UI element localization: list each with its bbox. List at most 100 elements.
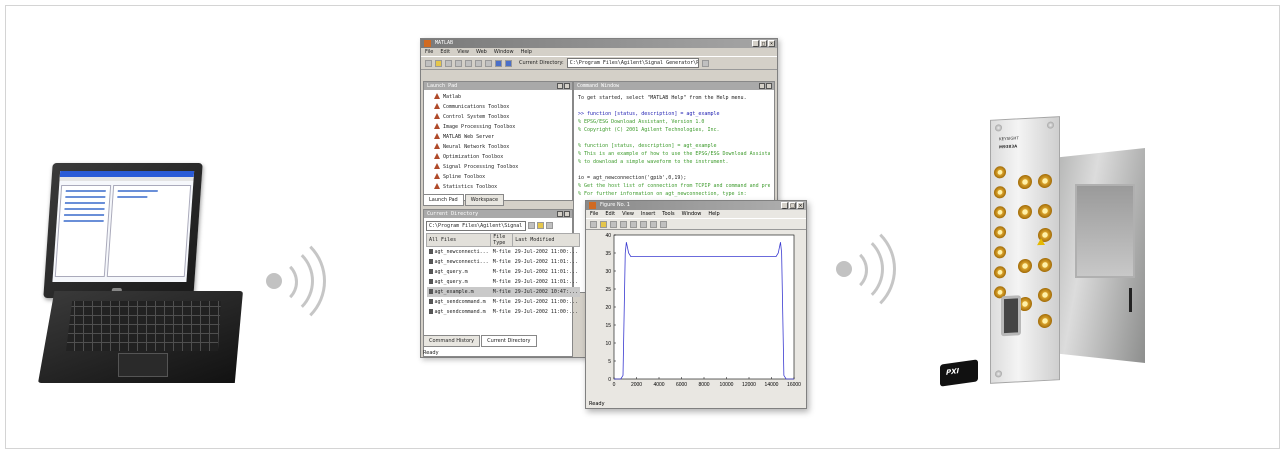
menu-edit[interactable]: Edit	[440, 48, 450, 56]
open-icon[interactable]	[600, 220, 607, 228]
m-file-icon	[428, 249, 433, 254]
launch-item[interactable]: Control System Toolbox	[428, 112, 572, 122]
pxi-module-image: KEYSIGHT M9383A PXI	[930, 116, 1160, 387]
x-tick-label: 16000	[787, 382, 801, 388]
rf-connector	[1038, 203, 1052, 219]
copy-icon[interactable]	[455, 59, 462, 67]
menu-web[interactable]: Web	[476, 48, 487, 56]
toolbox-icon	[434, 103, 440, 109]
up-folder-icon[interactable]	[537, 222, 544, 229]
find-icon[interactable]	[546, 222, 553, 229]
maximize-button[interactable]: □	[760, 40, 767, 47]
column-header[interactable]: All Files	[425, 233, 492, 247]
print-icon[interactable]	[620, 220, 627, 228]
pane-close-button[interactable]	[766, 83, 772, 89]
pane-close-button[interactable]	[564, 83, 570, 89]
launch-item[interactable]: Image Processing Toolbox	[428, 122, 572, 132]
menu-file[interactable]: File	[590, 210, 598, 218]
launch-item[interactable]: Communications Toolbox	[428, 102, 572, 112]
directory-path-field[interactable]: C:\Program Files\Agilent\Signal Gene	[426, 220, 526, 231]
file-name: agt_query.m	[434, 269, 468, 275]
file-name: agt_query.m	[434, 279, 468, 285]
save-icon[interactable]	[610, 220, 617, 228]
undock-button[interactable]	[759, 83, 765, 89]
simulink-icon[interactable]	[495, 59, 502, 67]
menubar: File Edit View Web Window Help	[421, 48, 777, 56]
file-modified: 29-Jul-2002 10:47:...	[512, 287, 580, 297]
file-type: M-file	[492, 279, 511, 285]
table-row[interactable]: agt_newconnecti... M-file 29-Jul-2002 11:0…	[427, 247, 580, 258]
column-header[interactable]: File Type	[490, 233, 514, 247]
command-line: To get started, select "MATLAB Help" fro…	[578, 95, 747, 101]
rf-connector	[1018, 204, 1032, 220]
redo-icon[interactable]	[485, 59, 492, 67]
m-file-icon	[428, 269, 433, 274]
close-button[interactable]: ×	[768, 40, 775, 47]
menu-view[interactable]: View	[457, 48, 469, 56]
rf-connector	[1018, 258, 1032, 274]
undock-button[interactable]	[557, 83, 563, 89]
matlab-titlebar[interactable]: MATLAB _ □ ×	[421, 39, 777, 48]
tab-current-directory[interactable]: Current Directory	[481, 335, 537, 347]
rotate-icon[interactable]	[660, 220, 667, 228]
bottom-tabs: Command History Current Directory	[423, 335, 537, 347]
open-folder-icon[interactable]	[435, 59, 442, 67]
menu-help[interactable]: Help	[708, 210, 719, 218]
table-row[interactable]: agt_sendcommand.m M-file 29-Jul-2002 11:00…	[427, 297, 580, 307]
minimize-button[interactable]: _	[781, 202, 788, 209]
menu-view[interactable]: View	[622, 210, 634, 218]
help-icon[interactable]	[505, 59, 512, 67]
launch-item[interactable]: Spline Toolbox	[428, 172, 572, 182]
x-tick-label: 6000	[676, 382, 687, 388]
table-row[interactable]: agt_query.m M-file 29-Jul-2002 11:01:...	[427, 277, 580, 287]
menu-tools[interactable]: Tools	[662, 210, 674, 218]
new-figure-icon[interactable]	[590, 220, 597, 228]
zoom-in-icon[interactable]	[640, 220, 647, 228]
x-tick-label: 2000	[631, 382, 642, 388]
file-modified: 29-Jul-2002 11:00:...	[514, 309, 578, 315]
launch-item[interactable]: Neural Network Toolbox	[428, 142, 572, 152]
menu-edit[interactable]: Edit	[605, 210, 615, 218]
table-row[interactable]: agt_sendcommand.m M-file 29-Jul-2002 11:00…	[427, 307, 580, 317]
undock-button[interactable]	[557, 211, 563, 217]
x-tick-label: 8000	[698, 382, 709, 388]
menu-window[interactable]: Window	[494, 48, 514, 56]
tab-launch-pad[interactable]: Launch Pad	[423, 194, 464, 206]
menu-help[interactable]: Help	[521, 48, 532, 56]
zoom-out-icon[interactable]	[650, 220, 657, 228]
model-number: M9383A	[999, 143, 1018, 150]
tab-workspace[interactable]: Workspace	[464, 194, 505, 206]
command-line: % This is an example of how to use the E…	[578, 151, 770, 157]
paste-icon[interactable]	[465, 59, 472, 67]
dropdown-icon[interactable]	[528, 222, 535, 229]
table-row[interactable]: agt_example.m M-file 29-Jul-2002 10:47:...	[426, 287, 580, 297]
y-tick-label: 15	[605, 323, 611, 329]
menu-window[interactable]: Window	[682, 210, 702, 218]
toolbox-icon	[434, 113, 440, 119]
undo-icon[interactable]	[475, 59, 482, 67]
arrow-icon[interactable]	[630, 220, 637, 228]
column-header[interactable]: Last Modified	[512, 233, 581, 247]
close-button[interactable]: ×	[797, 202, 804, 209]
launch-item[interactable]: Matlab	[428, 92, 572, 102]
launch-item[interactable]: Signal Processing Toolbox	[428, 162, 572, 172]
launch-item[interactable]: Statistics Toolbox	[428, 182, 572, 192]
menu-file[interactable]: File	[425, 48, 433, 56]
pane-close-button[interactable]	[564, 211, 570, 217]
figure-titlebar[interactable]: Figure No. 1 _ □ ×	[586, 201, 806, 210]
maximize-button[interactable]: □	[789, 202, 796, 209]
launch-pad-pane: Launch Pad Matlab Communications Toolbox…	[423, 81, 573, 201]
launch-item[interactable]: MATLAB Web Server	[428, 132, 572, 142]
minimize-button[interactable]: _	[752, 40, 759, 47]
command-line: >> function [status, description] = agt_…	[578, 111, 720, 117]
table-row[interactable]: agt_query.m M-file 29-Jul-2002 11:01:...	[427, 267, 580, 277]
cut-icon[interactable]	[445, 59, 452, 67]
menu-insert[interactable]: Insert	[641, 210, 655, 218]
launch-item[interactable]: Optimization Toolbox	[428, 152, 572, 162]
current-directory-field[interactable]: C:\Program Files\Agilent\Signal Generato…	[566, 58, 699, 68]
browse-button[interactable]	[701, 59, 709, 67]
figure-window[interactable]: Figure No. 1 _ □ × File Edit View Insert…	[585, 200, 807, 409]
table-row[interactable]: agt_newconnecti... M-file 29-Jul-2002 11:0…	[427, 257, 580, 267]
tab-command-history[interactable]: Command History	[423, 335, 481, 347]
new-file-icon[interactable]	[425, 59, 432, 67]
